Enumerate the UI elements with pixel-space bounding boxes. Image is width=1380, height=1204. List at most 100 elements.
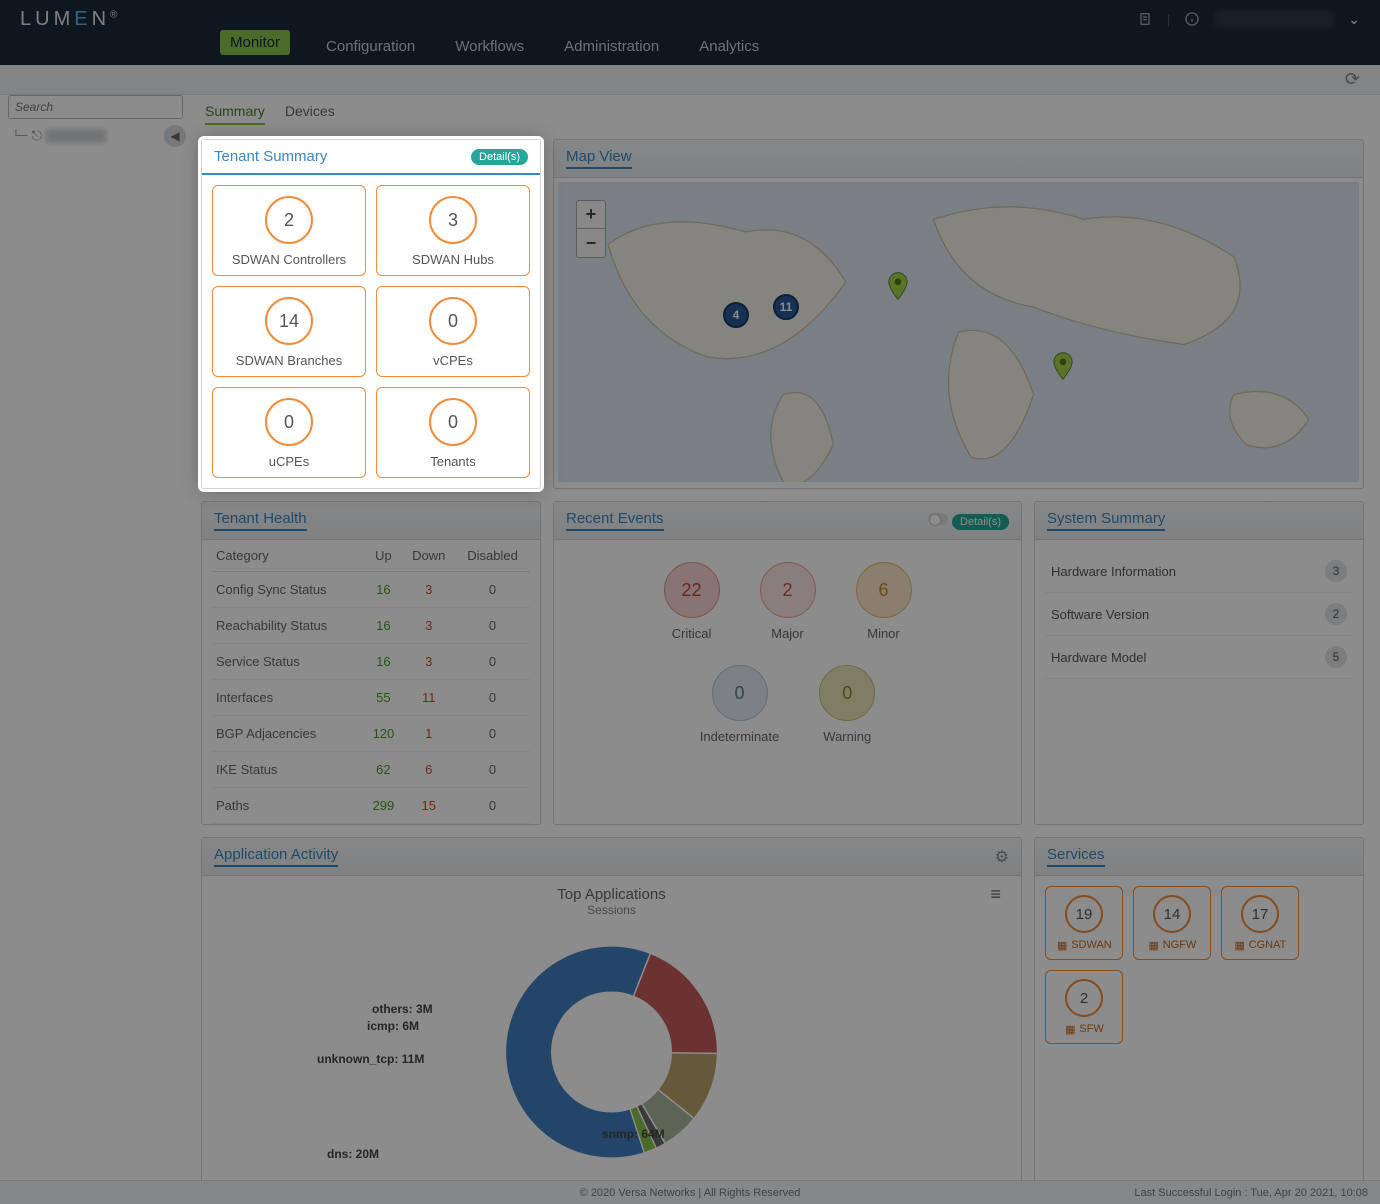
count-badge: 5 xyxy=(1325,646,1347,668)
nav-tab-monitor[interactable]: Monitor xyxy=(220,30,290,55)
application-activity-panel: Application Activity ⚙ Top Applications … xyxy=(201,837,1022,1187)
tree-row[interactable]: └─ ⎋ ◀ xyxy=(8,119,190,153)
card-value: 2 xyxy=(265,196,313,244)
recent-events-details-button[interactable]: Detail(s) xyxy=(952,514,1009,530)
count-badge: 3 xyxy=(1325,560,1347,582)
header: LUMEN® | ⌄ MonitorConfigurationWorkflows… xyxy=(0,0,1380,65)
event-item[interactable]: 0Indeterminate xyxy=(700,665,780,744)
services-title: Services xyxy=(1047,846,1105,867)
service-icon: ▦ xyxy=(1148,939,1160,951)
recent-events-panel: Recent Events Detail(s) 22Critical 2Major… xyxy=(553,501,1022,825)
service-value: 14 xyxy=(1153,895,1191,933)
card-value: 14 xyxy=(265,297,313,345)
event-label: Minor xyxy=(856,626,912,641)
table-row[interactable]: BGP Adjacencies12010 xyxy=(212,716,530,752)
count-badge: 2 xyxy=(1325,603,1347,625)
tenant-summary-card[interactable]: 0uCPEs xyxy=(212,387,366,478)
event-count: 0 xyxy=(712,665,768,721)
search-input[interactable] xyxy=(8,95,183,119)
chart-label: unknown_tcp: 11M xyxy=(317,1052,424,1066)
th-col: Category xyxy=(212,540,364,572)
tenant-summary-card[interactable]: 0Tenants xyxy=(376,387,530,478)
menu-icon[interactable]: ≡ xyxy=(990,884,1001,905)
refresh-icon[interactable]: ⟳ xyxy=(1345,69,1360,90)
info-icon[interactable] xyxy=(1184,11,1200,27)
tenant-health-title: Tenant Health xyxy=(214,510,307,531)
table-row[interactable]: Config Sync Status1630 xyxy=(212,572,530,608)
recent-events-title: Recent Events xyxy=(566,510,664,531)
subtab-summary[interactable]: Summary xyxy=(205,103,265,125)
tenant-health-panel: Tenant Health CategoryUpDownDisabledConf… xyxy=(201,501,541,825)
card-label: SDWAN Hubs xyxy=(383,252,523,267)
tenant-summary-panel: Tenant Summary Detail(s) 2 SDWAN Controll… xyxy=(201,139,541,489)
card-label: uCPEs xyxy=(219,454,359,469)
service-label: ▦SFW xyxy=(1050,1023,1118,1035)
th-col: Disabled xyxy=(455,540,530,572)
service-icon: ▦ xyxy=(1234,939,1246,951)
chevron-down-icon[interactable]: ⌄ xyxy=(1348,11,1360,28)
recent-events-toggle[interactable] xyxy=(928,513,948,525)
card-value: 3 xyxy=(429,196,477,244)
table-row[interactable]: Paths299150 xyxy=(212,788,530,824)
nav-tab-analytics[interactable]: Analytics xyxy=(695,28,763,65)
card-label: SDWAN Controllers xyxy=(219,252,359,267)
system-summary-row[interactable]: Hardware Information3 xyxy=(1045,550,1353,593)
event-item[interactable]: 6Minor xyxy=(856,562,912,641)
chart-label: icmp: 6M xyxy=(367,1019,419,1033)
system-summary-panel: System Summary Hardware Information3Soft… xyxy=(1034,501,1364,825)
service-card[interactable]: 19▦SDWAN xyxy=(1045,886,1123,960)
map-marker[interactable]: 11 xyxy=(773,294,799,320)
nav-tab-workflows[interactable]: Workflows xyxy=(451,28,528,65)
org-icon: ⎋ xyxy=(32,128,42,144)
chart-subtitle: Sessions xyxy=(212,903,1011,917)
refresh-bar: ⟳ xyxy=(0,65,1380,95)
nav-tab-administration[interactable]: Administration xyxy=(560,28,663,65)
table-row[interactable]: Interfaces55110 xyxy=(212,680,530,716)
footer-login-time: Last Successful Login : Tue, Apr 20 2021… xyxy=(1134,1187,1368,1199)
event-item[interactable]: 22Critical xyxy=(664,562,720,641)
gear-icon[interactable]: ⚙ xyxy=(995,847,1009,867)
service-label: ▦NGFW xyxy=(1138,939,1206,951)
table-row[interactable]: IKE Status6260 xyxy=(212,752,530,788)
event-count: 22 xyxy=(664,562,720,618)
map-pin-icon[interactable] xyxy=(1053,352,1073,380)
zoom-out-button[interactable]: − xyxy=(577,229,605,257)
service-card[interactable]: 2 ▦SFW xyxy=(1045,970,1123,1044)
arrow-left-icon[interactable]: ◀ xyxy=(164,125,186,147)
service-label: ▦CGNAT xyxy=(1226,939,1294,951)
event-count: 0 xyxy=(819,665,875,721)
chart-slice[interactable] xyxy=(633,953,717,1053)
map-body[interactable]: + − 4 11 xyxy=(558,182,1359,482)
event-item[interactable]: 2Major xyxy=(760,562,816,641)
service-value: 2 xyxy=(1065,979,1103,1017)
event-label: Warning xyxy=(819,729,875,744)
system-summary-row[interactable]: Software Version2 xyxy=(1045,593,1353,636)
table-row[interactable]: Reachability Status1630 xyxy=(212,608,530,644)
tenant-summary-card[interactable]: 0vCPEs xyxy=(376,286,530,377)
nav-tab-configuration[interactable]: Configuration xyxy=(322,28,419,65)
tenant-summary-details-button[interactable]: Detail(s) xyxy=(471,149,528,165)
subtab-devices[interactable]: Devices xyxy=(285,103,335,125)
tenant-summary-card[interactable]: 14SDWAN Branches xyxy=(212,286,366,377)
chart-label: dns: 20M xyxy=(327,1147,379,1161)
chart-label: others: 3M xyxy=(372,1002,433,1016)
table-row[interactable]: Service Status1630 xyxy=(212,644,530,680)
map-pin-icon[interactable] xyxy=(888,272,908,300)
org-label xyxy=(46,129,106,143)
service-card[interactable]: 17▦CGNAT xyxy=(1221,886,1299,960)
tenant-summary-card[interactable]: 2 SDWAN Controllers xyxy=(212,185,366,276)
service-card[interactable]: 14 ▦NGFW xyxy=(1133,886,1211,960)
system-summary-row[interactable]: Hardware Model5 xyxy=(1045,636,1353,679)
clipboard-icon[interactable] xyxy=(1137,11,1153,27)
user-label xyxy=(1214,10,1334,28)
subtabs: Summary Devices xyxy=(195,95,1370,133)
system-summary-title: System Summary xyxy=(1047,510,1165,531)
card-label: vCPEs xyxy=(383,353,523,368)
tenant-summary-card[interactable]: 3 SDWAN Hubs xyxy=(376,185,530,276)
event-count: 2 xyxy=(760,562,816,618)
zoom-in-button[interactable]: + xyxy=(577,201,605,229)
event-item[interactable]: 0 Warning xyxy=(819,665,875,744)
map-marker[interactable]: 4 xyxy=(723,302,749,328)
th-col: Up xyxy=(364,540,402,572)
tenant-summary-title: Tenant Summary xyxy=(214,148,327,165)
